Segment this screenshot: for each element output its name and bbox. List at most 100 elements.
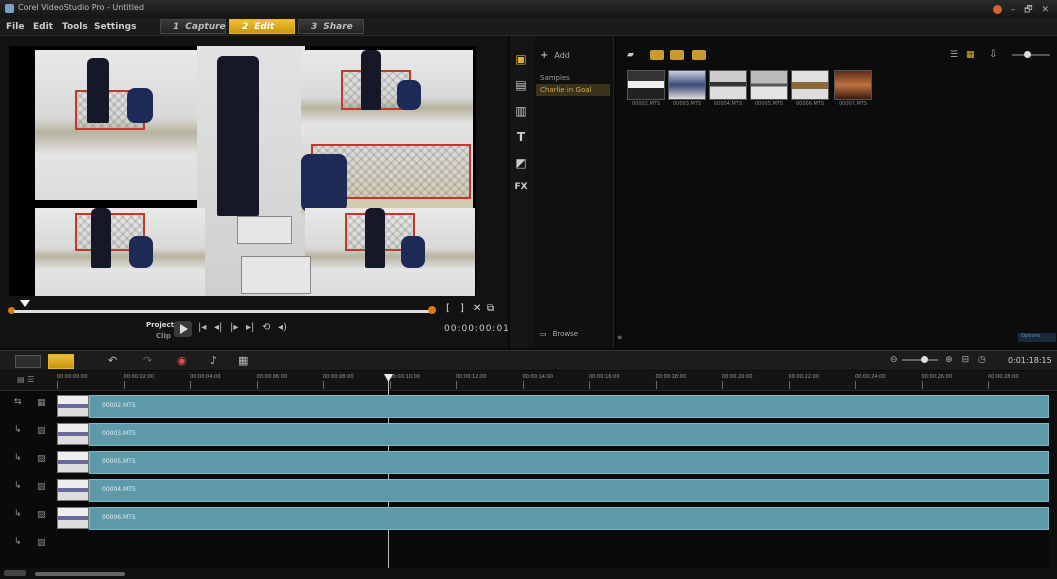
preview-tile xyxy=(301,144,473,214)
window-title: Corel VideoStudio Pro - Untitled xyxy=(18,3,145,12)
video-track-icon: ▦ xyxy=(37,398,46,408)
fit-project-icon[interactable]: ⊟ xyxy=(962,355,970,365)
zoom-in-icon[interactable]: ⊕ xyxy=(945,355,953,365)
timeline-clip[interactable] xyxy=(89,395,1049,418)
show-audio-toggle[interactable] xyxy=(692,50,706,60)
track-visibility-icon[interactable]: ↳ xyxy=(14,537,22,547)
show-photos-toggle[interactable] xyxy=(670,50,684,60)
menu-file[interactable]: File xyxy=(6,22,24,32)
redo-icon[interactable]: ↷ xyxy=(143,354,152,367)
timeline-vertical-scrollbar[interactable] xyxy=(1049,393,1057,573)
show-videos-toggle[interactable] xyxy=(650,50,664,60)
timeline-horizontal-scrollbar[interactable] xyxy=(35,572,125,576)
media-thumbnail[interactable] xyxy=(627,70,665,100)
collapse-panel-icon[interactable]: « xyxy=(617,333,623,343)
volume-icon[interactable]: ◂) xyxy=(278,322,287,333)
track-visibility-icon[interactable]: ↳ xyxy=(14,481,22,491)
auto-music-icon[interactable]: ▦ xyxy=(238,354,248,367)
record-capture-icon[interactable]: ◉ xyxy=(177,354,187,367)
ruler-tick-label: 00:00:12:00 xyxy=(456,374,487,380)
menu-edit[interactable]: Edit xyxy=(33,22,53,32)
step-edit-tab[interactable]: 2 Edit xyxy=(229,19,295,34)
media-thumbnail[interactable] xyxy=(709,70,747,100)
title-icon[interactable]: T xyxy=(513,130,529,144)
ruler-tick-label: 00:00:14:00 xyxy=(522,374,554,380)
step-label: Share xyxy=(323,22,353,32)
media-thumbnail[interactable] xyxy=(750,70,788,100)
step-capture-tab[interactable]: 1 Capture xyxy=(160,19,226,34)
window-controls: – 🗗 ✕ xyxy=(987,2,1049,18)
options-button[interactable]: Options xyxy=(1018,333,1056,342)
mark-in-button[interactable]: [ xyxy=(446,303,450,314)
undo-icon[interactable]: ↶ xyxy=(108,354,117,367)
ruler-tick xyxy=(655,381,657,389)
trim-end-handle[interactable] xyxy=(428,306,436,314)
timeline-clip[interactable] xyxy=(89,507,1049,530)
track-row: ↳ ▨ 00006.MTS xyxy=(0,505,1057,531)
mode-project-label[interactable]: Project xyxy=(146,321,174,329)
import-folder-icon[interactable]: ▰ xyxy=(627,50,634,60)
menu-settings[interactable]: Settings xyxy=(94,22,136,32)
media-thumbnail[interactable] xyxy=(834,70,872,100)
thumbnail-caption: 00006.MTS xyxy=(795,101,825,107)
scrubber-handle[interactable] xyxy=(20,300,30,307)
minimize-button[interactable]: – xyxy=(1011,5,1016,15)
play-button[interactable] xyxy=(174,321,192,337)
next-frame-icon[interactable]: |▸ xyxy=(230,322,238,333)
scroll-left-button[interactable] xyxy=(4,570,26,576)
media-thumbnail[interactable] xyxy=(791,70,829,100)
sort-icon[interactable]: ⇩ xyxy=(989,49,997,60)
home-icon[interactable]: |◂ xyxy=(198,322,206,333)
zoom-out-icon[interactable]: ⊖ xyxy=(890,355,898,365)
ruler-tick-label: 00:00:02:00 xyxy=(123,374,155,380)
enlarge-icon[interactable]: ⧉ xyxy=(487,303,494,314)
mode-clip-label[interactable]: Clip xyxy=(156,332,171,340)
scrub-bar[interactable] xyxy=(14,310,432,313)
timeline-clip[interactable] xyxy=(89,451,1049,474)
menu-tools[interactable]: Tools xyxy=(62,22,88,32)
maximize-button[interactable]: 🗗 xyxy=(1024,5,1032,15)
timeline-clip[interactable] xyxy=(89,479,1049,502)
timecode-display[interactable]: 00:00:00:01 xyxy=(444,324,510,334)
track-visibility-icon[interactable]: ↳ xyxy=(14,509,22,519)
folder-item-samples[interactable]: Samples xyxy=(536,72,610,84)
media-thumbnail[interactable] xyxy=(668,70,706,100)
storyboard-view-button[interactable] xyxy=(15,355,41,368)
track-manager-icon[interactable]: ▤ ☰ xyxy=(17,375,34,384)
end-icon[interactable]: ▸| xyxy=(246,322,254,333)
corel-orb-icon[interactable] xyxy=(992,5,1002,14)
thumbnail-caption: 00004.MTS xyxy=(713,101,743,107)
instant-project-icon[interactable]: ▤ xyxy=(513,78,529,92)
clip-thumbnail xyxy=(57,507,89,529)
close-button[interactable]: ✕ xyxy=(1041,5,1049,15)
thumbnail-size-slider[interactable] xyxy=(1012,54,1050,56)
timeline-clip[interactable] xyxy=(89,423,1049,446)
overlay-track-icon: ▨ xyxy=(37,426,46,436)
prev-frame-icon[interactable]: ◂| xyxy=(214,322,222,333)
graphic-icon[interactable]: ◩ xyxy=(513,156,529,170)
filter-icon[interactable]: FX xyxy=(513,182,529,196)
step-share-tab[interactable]: 3 Share xyxy=(298,19,364,34)
ruler-tick xyxy=(722,381,723,389)
media-icon[interactable]: ▣ xyxy=(513,52,529,66)
folder-item-charlie-in-goal[interactable]: Charlie in Goal xyxy=(536,84,610,96)
browse-button[interactable]: ▭ Browse xyxy=(540,330,578,338)
thumbnail-size-knob[interactable] xyxy=(1024,51,1031,58)
add-folder-button[interactable]: + Add xyxy=(540,50,570,61)
clip-label: 00006.MTS xyxy=(102,514,136,521)
track-visibility-icon[interactable]: ↳ xyxy=(14,453,22,463)
track-visibility-icon[interactable]: ↳ xyxy=(14,425,22,435)
preview-tile xyxy=(305,208,475,296)
mark-out-button[interactable]: ] xyxy=(460,303,464,314)
timeline-view-button[interactable] xyxy=(48,354,74,369)
ruler-tick xyxy=(456,381,457,389)
sound-mixer-icon[interactable]: ♪ xyxy=(210,354,217,367)
repeat-icon[interactable]: ⟲ xyxy=(262,322,270,333)
preview-window[interactable] xyxy=(9,46,476,296)
track-visibility-icon[interactable]: ⇆ xyxy=(14,397,22,407)
thumbnail-view-icon[interactable]: ▦ xyxy=(966,50,975,60)
transition-icon[interactable]: ▥ xyxy=(513,104,529,118)
list-view-icon[interactable]: ☰ xyxy=(950,50,958,60)
split-clip-icon[interactable]: ✕ xyxy=(473,303,481,314)
zoom-knob[interactable] xyxy=(921,356,929,363)
